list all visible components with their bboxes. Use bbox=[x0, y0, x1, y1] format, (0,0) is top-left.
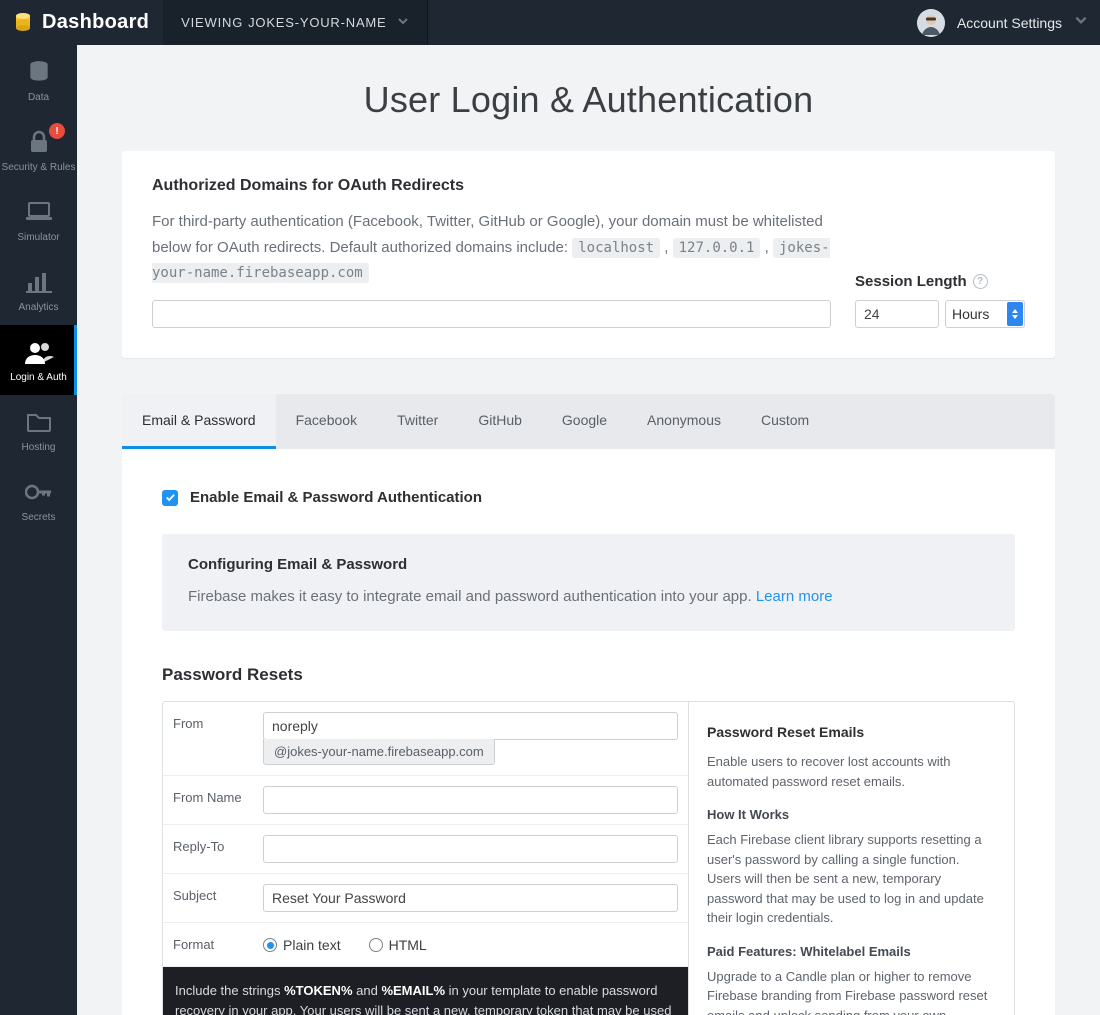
auth-domains-heading: Authorized Domains for OAuth Redirects bbox=[152, 177, 831, 195]
folder-icon bbox=[26, 408, 52, 436]
nav-hosting[interactable]: Hosting bbox=[0, 395, 77, 465]
code-chip: localhost bbox=[572, 238, 660, 258]
topbar: Dashboard VIEWING JOKES-YOUR-NAME Accoun… bbox=[0, 0, 1100, 45]
password-resets-heading: Password Resets bbox=[162, 665, 1015, 685]
tab-facebook[interactable]: Facebook bbox=[276, 394, 377, 449]
nav-label: Hosting bbox=[22, 442, 56, 453]
tab-google[interactable]: Google bbox=[542, 394, 627, 449]
chevron-down-icon bbox=[1074, 13, 1088, 32]
from-name-label: From Name bbox=[163, 776, 263, 824]
page-title: User Login & Authentication bbox=[77, 45, 1100, 151]
radio-icon bbox=[263, 938, 277, 952]
viewing-prefix: VIEWING bbox=[181, 15, 243, 30]
key-icon bbox=[25, 478, 53, 506]
account-menu[interactable]: Account Settings bbox=[917, 9, 1100, 37]
domain-input[interactable] bbox=[152, 300, 831, 328]
alert-badge: ! bbox=[49, 123, 65, 139]
session-unit-select[interactable]: Hours bbox=[945, 300, 1025, 328]
password-reset-side-info: Password Reset Emails Enable users to re… bbox=[688, 702, 1014, 1015]
project-switcher[interactable]: VIEWING JOKES-YOUR-NAME bbox=[163, 0, 427, 45]
format-html-radio[interactable]: HTML bbox=[369, 937, 427, 953]
radio-icon bbox=[369, 938, 383, 952]
side-title: Password Reset Emails bbox=[707, 724, 996, 740]
subject-label: Subject bbox=[163, 874, 263, 922]
tab-email-password[interactable]: Email & Password bbox=[122, 394, 276, 449]
brand[interactable]: Dashboard bbox=[0, 11, 163, 34]
from-input[interactable] bbox=[263, 712, 678, 740]
firebase-logo-icon bbox=[14, 12, 32, 34]
chevron-down-icon bbox=[397, 15, 409, 30]
nav-security-rules[interactable]: ! Security & Rules bbox=[0, 115, 77, 185]
reply-to-label: Reply-To bbox=[163, 825, 263, 873]
nav-label: Data bbox=[28, 92, 49, 103]
nav-data[interactable]: Data bbox=[0, 45, 77, 115]
nav-secrets[interactable]: Secrets bbox=[0, 465, 77, 535]
tab-anonymous[interactable]: Anonymous bbox=[627, 394, 741, 449]
auth-domains-desc: For third-party authentication (Facebook… bbox=[152, 209, 831, 286]
nav-label: Login & Auth bbox=[10, 372, 67, 383]
side-nav: Data ! Security & Rules Simulator Analyt… bbox=[0, 45, 77, 1015]
account-label: Account Settings bbox=[957, 15, 1062, 31]
template-hint: Include the strings %TOKEN% and %EMAIL% … bbox=[163, 967, 688, 1015]
reply-to-input[interactable] bbox=[263, 835, 678, 863]
tab-bar: Email & Password Facebook Twitter GitHub… bbox=[122, 394, 1055, 449]
nav-analytics[interactable]: Analytics bbox=[0, 255, 77, 325]
lock-icon bbox=[29, 128, 49, 156]
from-name-input[interactable] bbox=[263, 786, 678, 814]
learn-more-link[interactable]: Learn more bbox=[756, 588, 833, 605]
tab-twitter[interactable]: Twitter bbox=[377, 394, 458, 449]
help-icon[interactable]: ? bbox=[973, 274, 988, 289]
brand-text: Dashboard bbox=[42, 11, 149, 34]
nav-label: Simulator bbox=[17, 232, 59, 243]
nav-simulator[interactable]: Simulator bbox=[0, 185, 77, 255]
avatar bbox=[917, 9, 945, 37]
format-label: Format bbox=[163, 923, 263, 966]
laptop-icon bbox=[25, 198, 53, 226]
password-reset-panel: From @jokes-your-name.firebaseapp.com Fr… bbox=[162, 701, 1015, 1015]
from-label: From bbox=[163, 702, 263, 775]
auth-domains-card: Authorized Domains for OAuth Redirects F… bbox=[122, 151, 1055, 358]
format-plain-text-radio[interactable]: Plain text bbox=[263, 937, 341, 953]
session-length-label: Session Length bbox=[855, 273, 967, 290]
nav-label: Analytics bbox=[18, 302, 58, 313]
nav-label: Secrets bbox=[22, 512, 56, 523]
infobox-title: Configuring Email & Password bbox=[188, 556, 989, 573]
project-name: JOKES-YOUR-NAME bbox=[248, 15, 386, 30]
nav-login-auth[interactable]: Login & Auth bbox=[0, 325, 77, 395]
subject-input[interactable] bbox=[263, 884, 678, 912]
bar-chart-icon bbox=[26, 268, 52, 296]
code-chip: 127.0.0.1 bbox=[673, 238, 761, 258]
tab-github[interactable]: GitHub bbox=[458, 394, 542, 449]
enable-email-label: Enable Email & Password Authentication bbox=[190, 489, 482, 506]
users-icon bbox=[24, 338, 54, 366]
tab-custom[interactable]: Custom bbox=[741, 394, 829, 449]
config-infobox: Configuring Email & Password Firebase ma… bbox=[162, 534, 1015, 631]
database-icon bbox=[26, 58, 52, 86]
auth-providers-card: Email & Password Facebook Twitter GitHub… bbox=[122, 394, 1055, 1015]
from-domain-addon: @jokes-your-name.firebaseapp.com bbox=[263, 739, 495, 765]
nav-label: Security & Rules bbox=[2, 162, 76, 173]
session-length-input[interactable] bbox=[855, 300, 939, 328]
enable-email-checkbox[interactable] bbox=[162, 490, 178, 506]
